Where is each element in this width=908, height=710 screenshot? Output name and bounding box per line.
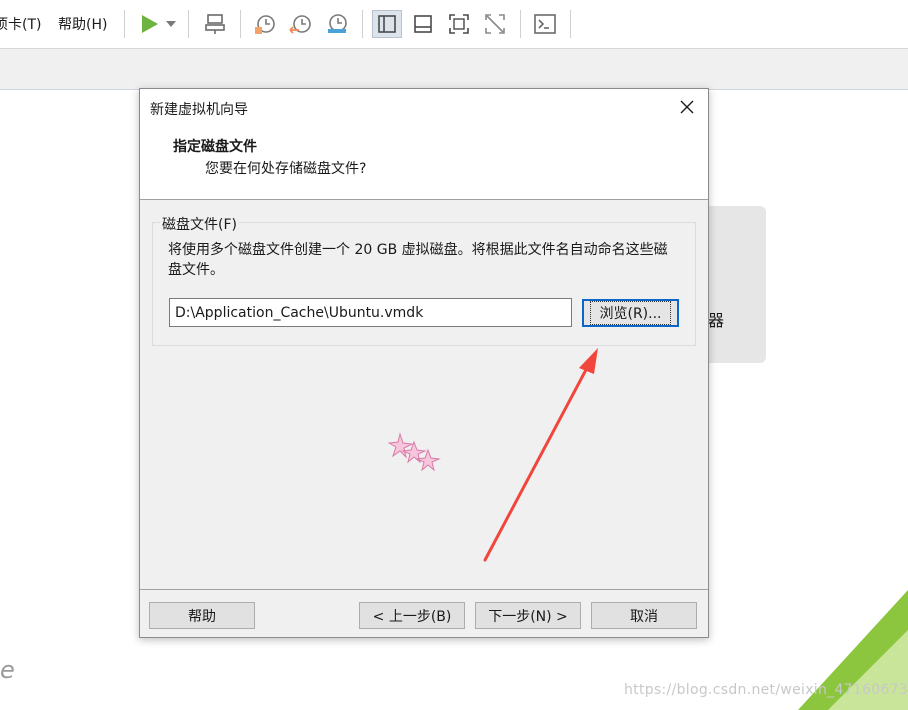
clock-revert-icon (289, 15, 311, 34)
page-subtitle: 您要在何处存储磁盘文件? (205, 161, 367, 177)
disk-file-description: 将使用多个磁盘文件创建一个 20 GB 虚拟磁盘。将根据此文件名自动命名这些磁盘… (168, 242, 668, 278)
toolbar-separator (570, 10, 571, 38)
bottom-panel-layout-icon (414, 15, 432, 33)
fullscreen-icon (449, 14, 469, 34)
disk-file-path-input[interactable] (169, 298, 572, 327)
dialog-title: 新建虚拟机向导 (150, 102, 248, 118)
toolbar-separator (520, 10, 521, 38)
sparkle-cursor-icon (388, 432, 441, 472)
menu-tabs[interactable]: 项卡(T) (0, 14, 41, 34)
close-button[interactable] (676, 96, 698, 118)
next-button[interactable]: 下一步(N) > (475, 602, 581, 629)
cancel-button[interactable]: 取消 (591, 602, 697, 629)
help-button[interactable]: 帮助 (149, 602, 255, 629)
clock-manager-icon (328, 14, 347, 33)
back-button[interactable]: < 上一步(B) (359, 602, 465, 629)
background-card (700, 206, 766, 363)
close-icon (680, 100, 694, 114)
sidebar-layout-icon (378, 15, 396, 33)
toolbar-separator (240, 10, 241, 38)
background-card-label: 器 (708, 311, 725, 330)
background-logo-fragment: e (0, 656, 15, 684)
dialog-titlebar: 新建虚拟机向导 (140, 89, 708, 125)
snapshot-manager-button[interactable] (322, 10, 352, 38)
watermark: https://blog.csdn.net/weixin_47160673 (624, 682, 908, 698)
view-sidebar-button[interactable] (372, 10, 402, 38)
page-title: 指定磁盘文件 (173, 139, 257, 155)
toolbar-separator (362, 10, 363, 38)
toolbar-separator (124, 10, 125, 38)
browse-button[interactable]: 浏览(R)... (582, 299, 679, 327)
console-view-button[interactable] (530, 10, 560, 38)
full-screen-button[interactable] (444, 10, 474, 38)
disk-file-group-label: 磁盘文件(F) (160, 214, 239, 234)
chevron-down-icon (166, 21, 176, 27)
menu-help[interactable]: 帮助(H) (58, 14, 107, 34)
snapshot-revert-button[interactable] (286, 10, 316, 38)
snapshot-take-button[interactable] (250, 10, 280, 38)
terminal-icon (534, 14, 556, 34)
app-toolbar: 项卡(T) 帮助(H) (0, 0, 908, 49)
tab-strip (0, 49, 908, 90)
browse-button-label: 浏览(R)... (590, 301, 671, 325)
clock-plus-icon (255, 15, 275, 34)
view-thumbnail-button[interactable] (408, 10, 438, 38)
power-on-button[interactable] (134, 10, 164, 38)
unity-off-icon (485, 14, 505, 34)
footer-divider (140, 589, 708, 590)
new-vm-wizard-dialog: 新建虚拟机向导 指定磁盘文件 您要在何处存储磁盘文件? 磁盘文件(F) 将使用多… (139, 88, 709, 638)
unity-mode-button[interactable] (480, 10, 510, 38)
send-keys-button[interactable] (200, 10, 230, 38)
power-dropdown-button[interactable] (162, 10, 180, 38)
network-device-icon (205, 14, 225, 34)
play-icon (142, 15, 158, 33)
wizard-header: 指定磁盘文件 您要在何处存储磁盘文件? (140, 125, 708, 200)
toolbar-separator (188, 10, 189, 38)
